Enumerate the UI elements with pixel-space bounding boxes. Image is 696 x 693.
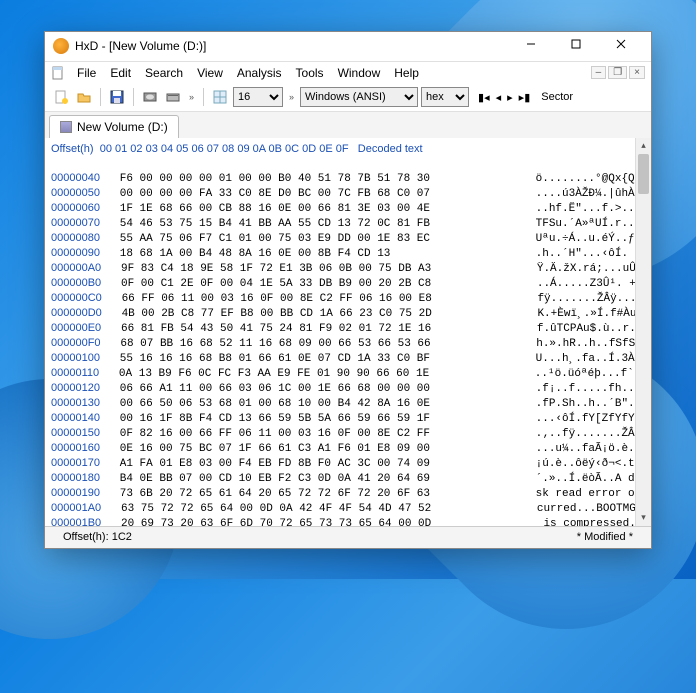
disk-button[interactable] xyxy=(140,87,160,107)
sector-nav: ▮◂ ◂ ▸ ▸▮ xyxy=(476,91,532,104)
menu-file[interactable]: File xyxy=(71,64,102,82)
file-icon xyxy=(51,66,65,80)
tab-volume[interactable]: New Volume (D:) xyxy=(49,115,179,138)
mdi-controls: – ❐ × xyxy=(591,66,645,79)
vertical-scrollbar[interactable]: ▴ ▾ xyxy=(635,138,651,526)
menu-edit[interactable]: Edit xyxy=(104,64,137,82)
menu-window[interactable]: Window xyxy=(332,64,387,82)
scroll-down[interactable]: ▾ xyxy=(636,510,651,526)
separator xyxy=(203,88,204,106)
status-modified: * Modified * xyxy=(567,531,643,543)
encoding-select[interactable]: Windows (ANSI) xyxy=(300,87,418,107)
status-offset: Offset(h): 1C2 xyxy=(53,531,142,543)
sector-label: Sector xyxy=(541,91,573,103)
close-button[interactable] xyxy=(598,29,643,59)
last-sector-button[interactable]: ▸▮ xyxy=(517,91,533,104)
base-select[interactable]: hex xyxy=(421,87,469,107)
window-title: HxD - [New Volume (D:)] xyxy=(75,39,508,53)
next-sector-button[interactable]: ▸ xyxy=(505,91,515,104)
scroll-thumb[interactable] xyxy=(638,154,649,194)
toolbar-overflow[interactable]: » xyxy=(186,92,197,102)
menu-view[interactable]: View xyxy=(191,64,229,82)
disk-icon xyxy=(60,121,72,133)
app-icon xyxy=(53,38,69,54)
menu-help[interactable]: Help xyxy=(388,64,425,82)
separator xyxy=(133,88,134,106)
prev-sector-button[interactable]: ◂ xyxy=(494,91,504,104)
maximize-button[interactable] xyxy=(553,29,598,59)
menubar: File Edit Search View Analysis Tools Win… xyxy=(45,62,651,84)
mdi-restore[interactable]: ❐ xyxy=(608,66,627,79)
menu-search[interactable]: Search xyxy=(139,64,189,82)
first-sector-button[interactable]: ▮◂ xyxy=(476,91,492,104)
open-button[interactable] xyxy=(74,87,94,107)
titlebar[interactable]: HxD - [New Volume (D:)] xyxy=(45,32,651,62)
menu-tools[interactable]: Tools xyxy=(290,64,330,82)
menu-analysis[interactable]: Analysis xyxy=(231,64,288,82)
minimize-button[interactable] xyxy=(508,29,553,59)
drive-button[interactable] xyxy=(163,87,183,107)
toolbar: » 16 » Windows (ANSI) hex ▮◂ ◂ ▸ ▸▮ Sect… xyxy=(45,84,651,112)
mdi-minimize[interactable]: – xyxy=(591,66,607,79)
hex-editor[interactable]: Offset(h) 00 01 02 03 04 05 06 07 08 09 … xyxy=(45,138,651,526)
tab-strip: New Volume (D:) xyxy=(45,112,651,138)
statusbar: Offset(h): 1C2 * Modified * xyxy=(45,526,651,548)
bytes-per-row-select[interactable]: 16 xyxy=(233,87,283,107)
grid-button[interactable] xyxy=(210,87,230,107)
new-button[interactable] xyxy=(51,87,71,107)
save-button[interactable] xyxy=(107,87,127,107)
scroll-up[interactable]: ▴ xyxy=(636,138,651,154)
mdi-close[interactable]: × xyxy=(629,66,645,79)
hxd-window: HxD - [New Volume (D:)] File Edit Search… xyxy=(44,31,652,549)
window-controls xyxy=(508,33,643,59)
separator xyxy=(100,88,101,106)
toolbar-overflow2[interactable]: » xyxy=(286,92,297,102)
tab-label: New Volume (D:) xyxy=(77,120,168,134)
